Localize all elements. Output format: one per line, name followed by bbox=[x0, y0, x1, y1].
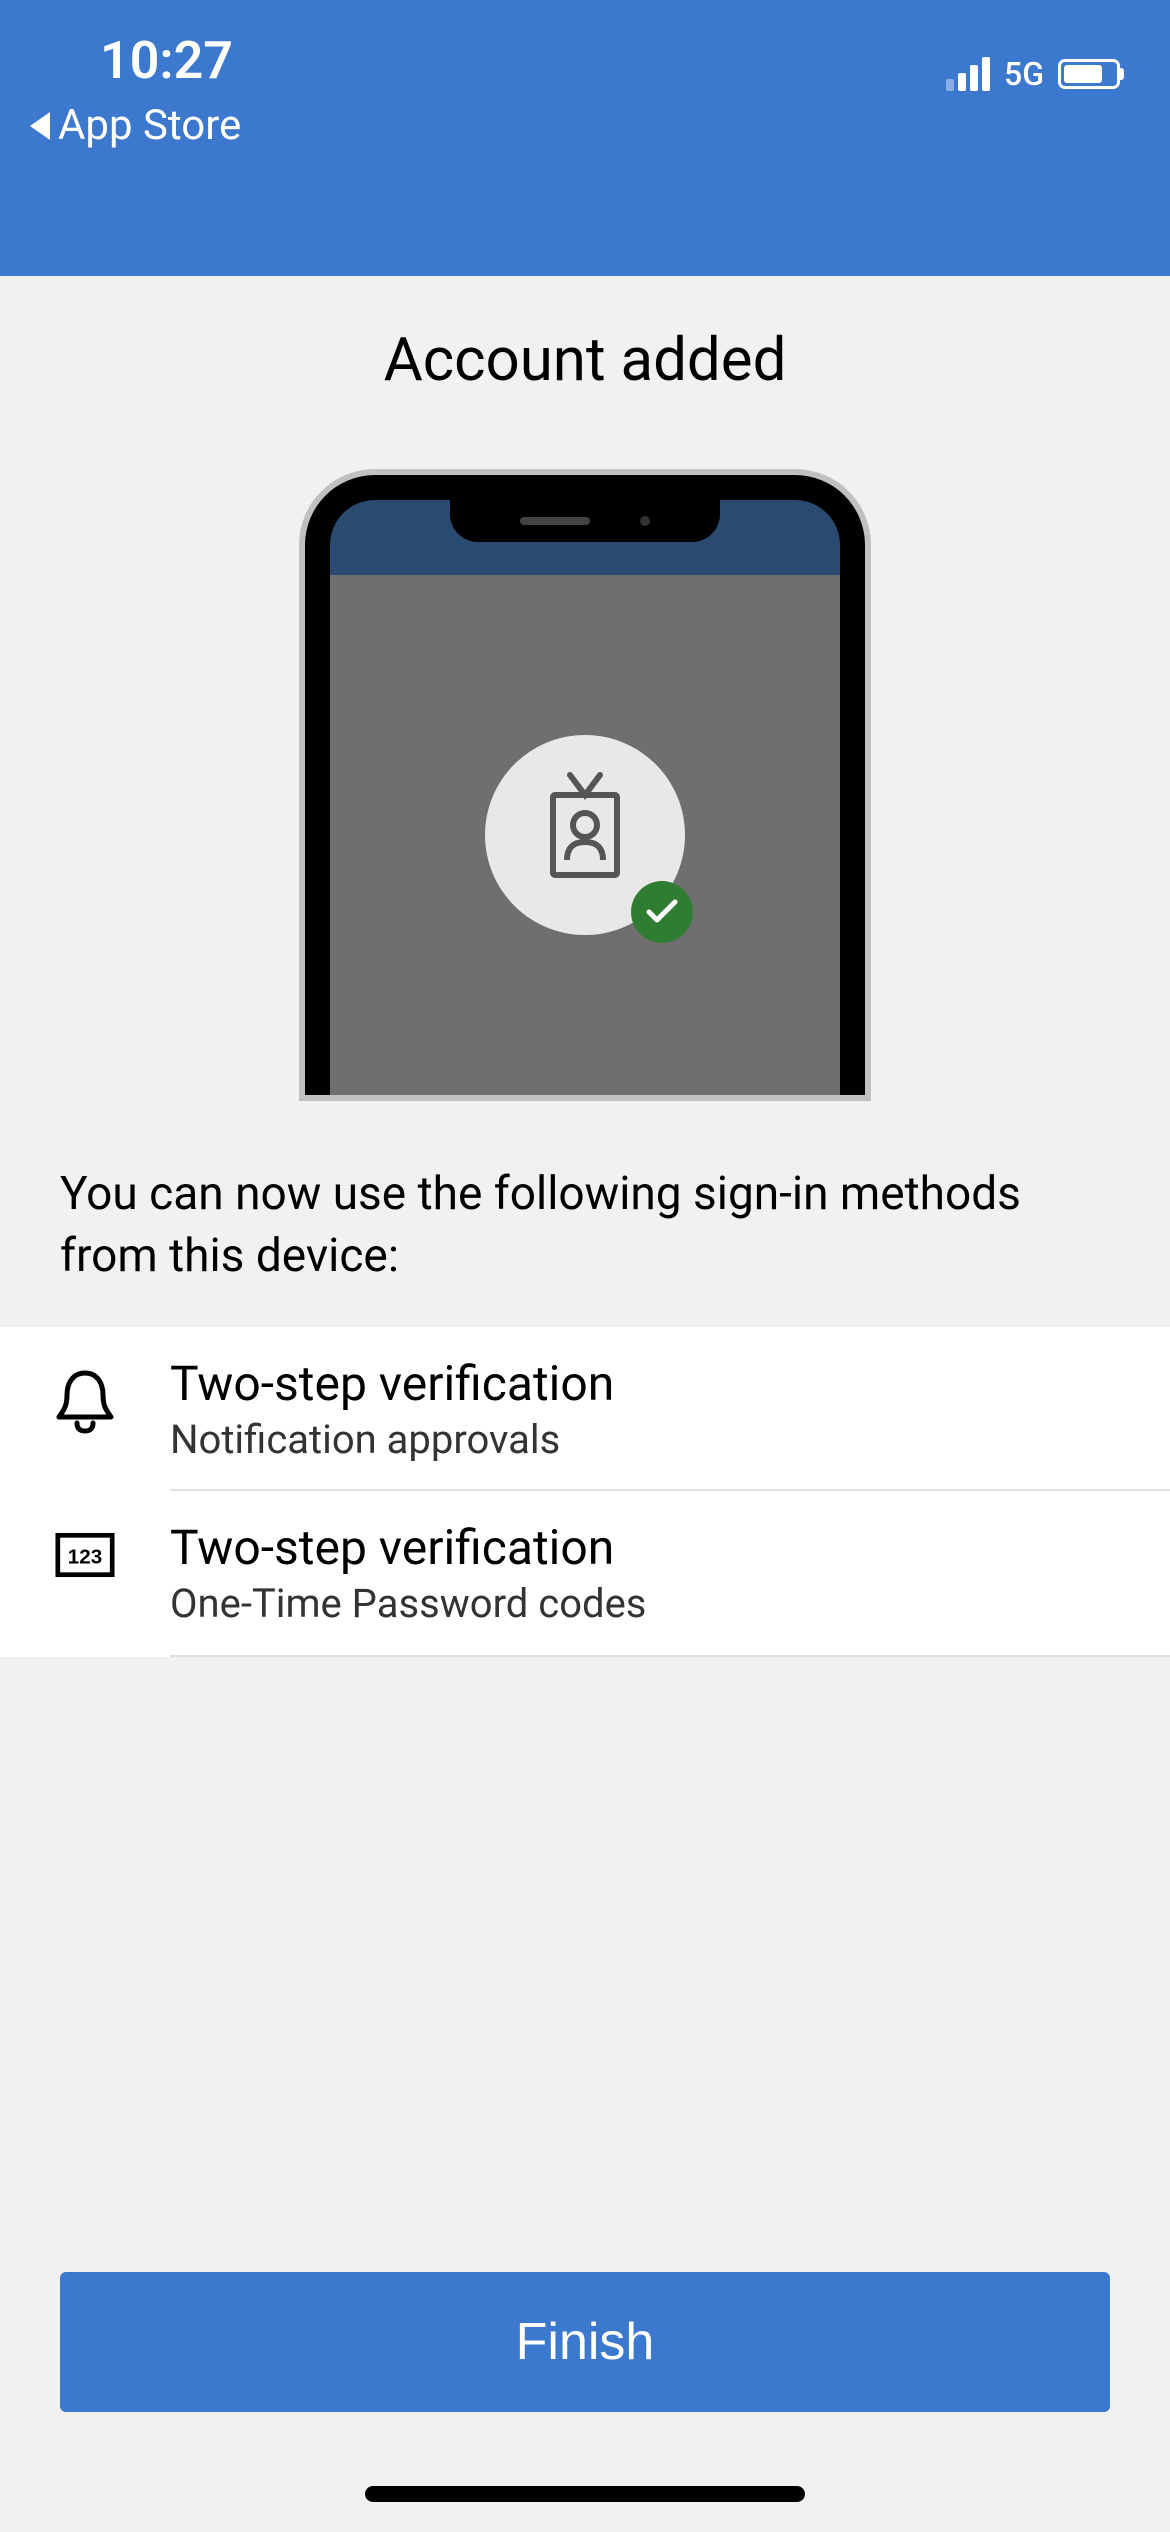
bell-icon bbox=[55, 1367, 115, 1435]
description-text: You can now use the following sign-in me… bbox=[0, 1095, 1170, 1327]
method-subtitle: Notification approvals bbox=[170, 1416, 1115, 1463]
checkmark-badge-icon bbox=[631, 881, 693, 943]
back-to-app-store[interactable]: App Store bbox=[30, 101, 241, 150]
method-subtitle: One-Time Password codes bbox=[170, 1580, 1115, 1627]
signal-strength-icon bbox=[946, 57, 990, 91]
method-otp-codes: 123 Two-step verification One-Time Passw… bbox=[0, 1491, 1170, 1655]
battery-icon bbox=[1058, 59, 1120, 89]
phone-illustration bbox=[0, 475, 1170, 1095]
network-type: 5G bbox=[1004, 55, 1044, 93]
methods-list: Two-step verification Notification appro… bbox=[0, 1327, 1170, 1657]
method-notification-approvals: Two-step verification Notification appro… bbox=[0, 1327, 1170, 1491]
id-badge-icon bbox=[485, 735, 685, 935]
method-title: Two-step verification bbox=[170, 1519, 1115, 1576]
svg-text:123: 123 bbox=[68, 1546, 102, 1569]
page-title: Account added bbox=[0, 324, 1170, 395]
status-bar: 10:27 App Store 5G bbox=[0, 0, 1170, 150]
method-title: Two-step verification bbox=[170, 1355, 1115, 1412]
finish-button[interactable]: Finish bbox=[60, 2272, 1110, 2412]
chevron-left-icon bbox=[30, 112, 50, 140]
home-indicator[interactable] bbox=[365, 2486, 805, 2502]
header-bar: 10:27 App Store 5G bbox=[0, 0, 1170, 276]
code-box-icon: 123 bbox=[55, 1531, 115, 1579]
back-label: App Store bbox=[58, 101, 241, 150]
status-time: 10:27 bbox=[100, 30, 241, 91]
